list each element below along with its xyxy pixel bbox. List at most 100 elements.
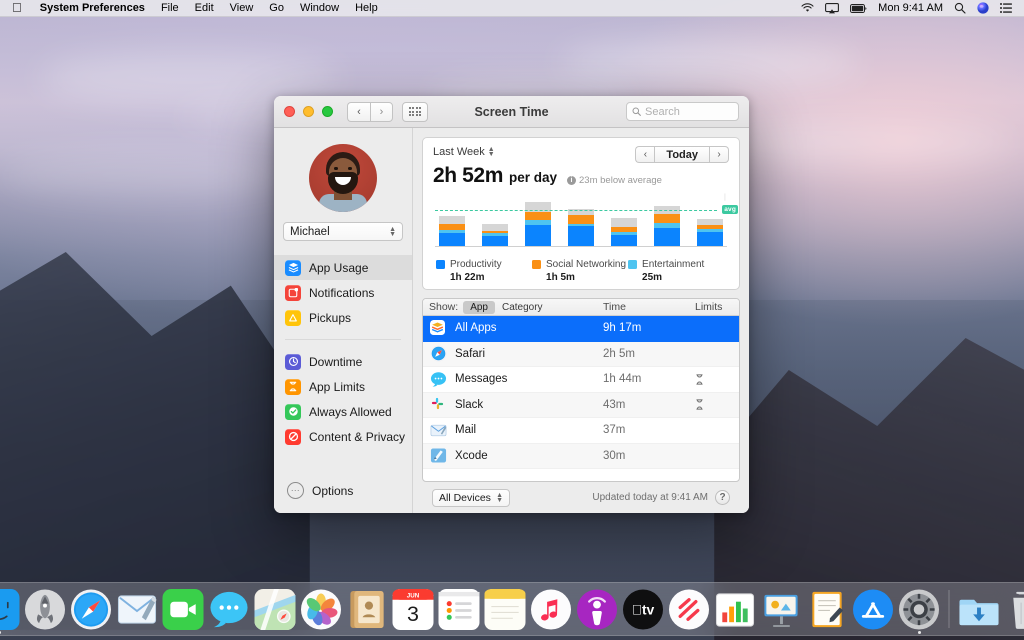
legend-swatch-entertainment: [628, 260, 638, 269]
toggle-app[interactable]: App: [463, 300, 495, 314]
siri-icon[interactable]: [977, 2, 989, 14]
toggle-category[interactable]: Category: [495, 301, 550, 314]
device-filter-select[interactable]: All Devices ▲ ▼: [432, 488, 510, 507]
battery-icon[interactable]: [850, 3, 867, 13]
column-header-limits: Limits: [695, 301, 723, 313]
chart-segment-prod: [439, 233, 465, 246]
app-time: 2h 5m: [603, 347, 635, 360]
forward-button[interactable]: ›: [370, 101, 393, 122]
close-button[interactable]: [284, 106, 295, 117]
usage-bar-chart: │ avg: [435, 195, 738, 252]
table-row[interactable]: Safari 2h 5m: [423, 341, 739, 367]
chart-segment-other: [611, 218, 637, 228]
downtime-icon: [285, 353, 301, 370]
sidebar-item-downtime[interactable]: Downtime: [274, 349, 412, 374]
avatar-container: [274, 144, 412, 212]
always-allowed-icon: [285, 403, 301, 420]
table-row[interactable]: Messages 1h 44m: [423, 367, 739, 393]
info-icon: i: [567, 176, 577, 185]
dock-item-news[interactable]: [668, 589, 710, 630]
menu-item-view[interactable]: View: [222, 0, 262, 17]
dock-item-photos[interactable]: [300, 589, 342, 630]
dock-item-launchpad[interactable]: [24, 589, 66, 630]
dock-item-calendar[interactable]: JUN 3: [392, 589, 434, 630]
apple-logo-icon[interactable]: : [12, 1, 22, 14]
zoom-button[interactable]: [322, 106, 333, 117]
dock-item-contacts[interactable]: [347, 589, 388, 630]
usage-summary-card: Last Week ▲ ▼ ‹ Today › 2h 52m per day i …: [422, 137, 740, 290]
total-usage-row: 2h 52m per day i 23m below average: [433, 164, 729, 188]
window-titlebar: ‹ › Screen Time Search: [274, 96, 749, 128]
dock-item-trash[interactable]: [1005, 589, 1024, 630]
legend-item: Entertainment 25m: [628, 259, 724, 283]
table-row[interactable]: Slack 43m: [423, 392, 739, 418]
today-button[interactable]: Today: [654, 146, 710, 163]
dock-item-finder[interactable]: [0, 589, 20, 634]
dock-separator: [948, 590, 950, 628]
show-all-button[interactable]: [402, 101, 428, 122]
dock-item-system-preferences[interactable]: [898, 589, 940, 634]
column-header-time: Time: [603, 301, 626, 313]
dock-item-maps[interactable]: [254, 589, 296, 630]
airplay-icon[interactable]: [825, 2, 840, 14]
options-button[interactable]: ⋯ Options: [274, 482, 412, 513]
menu-item-go[interactable]: Go: [261, 0, 292, 17]
chart-segment-social: [525, 211, 551, 220]
app-time: 9h 17m: [603, 322, 642, 335]
chart-legend: Productivity 1h 22m Social Networking 1h…: [433, 259, 729, 283]
spotlight-search-icon[interactable]: [954, 2, 966, 14]
dock-item-podcasts[interactable]: [576, 589, 618, 630]
app-name: All Apps: [455, 322, 497, 335]
dock-item-app-store[interactable]: [852, 589, 894, 630]
table-row[interactable]: Xcode 30m: [423, 443, 739, 469]
sidebar-item-always-allowed[interactable]: Always Allowed: [274, 399, 412, 424]
sidebar-item-notifications[interactable]: Notifications: [274, 280, 412, 305]
menu-item-edit[interactable]: Edit: [187, 0, 222, 17]
dock-item-numbers[interactable]: [715, 589, 756, 630]
dock-item-downloads-folder[interactable]: [959, 589, 1000, 630]
previous-period-button[interactable]: ‹: [635, 146, 655, 163]
sidebar-item-app-limits[interactable]: App Limits: [274, 374, 412, 399]
main-pane: Last Week ▲ ▼ ‹ Today › 2h 52m per day i …: [413, 128, 749, 513]
user-select[interactable]: Michael ▲ ▼: [283, 222, 403, 241]
sidebar-item-label: Pickups: [309, 310, 352, 325]
dock-item-notes[interactable]: [484, 589, 526, 630]
cloud: [560, 40, 860, 86]
sidebar-item-content-privacy[interactable]: Content & Privacy: [274, 424, 412, 449]
dock-item-pages[interactable]: [807, 589, 848, 630]
period-selector[interactable]: Last Week ▲ ▼: [433, 146, 495, 158]
sidebar-item-app-usage[interactable]: App Usage: [274, 255, 412, 280]
table-row[interactable]: All Apps 9h 17m: [423, 316, 739, 342]
mail-icon: [430, 422, 447, 439]
dock-item-music[interactable]: [530, 589, 572, 630]
dock-item-safari[interactable]: [70, 589, 112, 630]
back-button[interactable]: ‹: [347, 101, 370, 122]
total-unit: per day: [508, 170, 558, 185]
minimize-button[interactable]: [303, 106, 314, 117]
search-field[interactable]: Search: [626, 102, 739, 121]
control-center-icon[interactable]: [1000, 3, 1012, 13]
table-row[interactable]: Mail 37m: [423, 418, 739, 444]
dock-item-keynote[interactable]: [761, 589, 802, 630]
menu-item-window[interactable]: Window: [292, 0, 347, 17]
wifi-icon[interactable]: [801, 3, 814, 13]
menu-bar-clock[interactable]: Mon 9:41 AM: [878, 2, 943, 14]
dock-item-messages[interactable]: [209, 589, 250, 630]
dock-item-apple-tv[interactable]: tv: [622, 589, 664, 630]
running-indicator: [0, 631, 1, 634]
legend-value: 1h 22m: [450, 272, 485, 283]
menu-app-name[interactable]: System Preferences: [32, 0, 153, 17]
sidebar-item-pickups[interactable]: Pickups: [274, 305, 412, 330]
dock-item-facetime[interactable]: [162, 589, 204, 630]
dock-item-reminders[interactable]: [438, 589, 480, 630]
menu-item-help[interactable]: Help: [347, 0, 386, 17]
next-period-button[interactable]: ›: [710, 146, 729, 163]
legend-item: Social Networking 1h 5m: [532, 259, 628, 283]
dock-item-mail[interactable]: [117, 589, 158, 630]
user-avatar[interactable]: [309, 144, 377, 212]
help-button[interactable]: ?: [715, 490, 730, 505]
chart-segment-prod: [482, 236, 508, 246]
menu-item-file[interactable]: File: [153, 0, 187, 17]
updated-text: Updated today at 9:41 AM: [592, 492, 708, 503]
app-name: Xcode: [455, 449, 488, 462]
